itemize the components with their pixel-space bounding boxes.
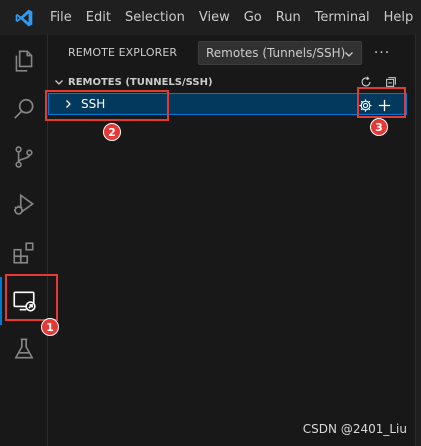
- extensions-icon[interactable]: [0, 229, 48, 277]
- menu-bar: File Edit Selection View Go Run Terminal…: [48, 0, 420, 35]
- annotation-badge-1: 1: [41, 318, 59, 336]
- remotes-dropdown[interactable]: Remotes (Tunnels/SSH): [198, 41, 362, 65]
- annotation-box-add: [357, 87, 406, 118]
- files-icon[interactable]: [0, 37, 48, 85]
- annotation-badge-3: 3: [370, 118, 388, 136]
- menu-run[interactable]: Run: [269, 0, 308, 35]
- testing-icon[interactable]: [0, 325, 48, 373]
- activity-bar: [0, 35, 48, 446]
- annotation-badge-2: 2: [103, 123, 121, 141]
- more-actions-icon: ···: [373, 45, 391, 61]
- sidebar-title: REMOTE EXPLORER: [68, 46, 178, 59]
- run-debug-icon[interactable]: [0, 181, 48, 229]
- chevron-down-icon: [345, 52, 353, 57]
- menu-view[interactable]: View: [192, 0, 237, 35]
- menu-terminal[interactable]: Terminal: [308, 0, 377, 35]
- menu-edit[interactable]: Edit: [79, 0, 118, 35]
- editor-area-edge: [415, 35, 421, 446]
- menu-go[interactable]: Go: [237, 0, 269, 35]
- section-title: REMOTES (TUNNELS/SSH): [68, 76, 213, 88]
- remotes-dropdown-value: Remotes (Tunnels/SSH): [206, 46, 346, 60]
- annotation-box-remote-explorer: [5, 274, 58, 321]
- menu-selection[interactable]: Selection: [118, 0, 192, 35]
- chevron-down-icon: [52, 75, 66, 89]
- more-actions-button[interactable]: ···: [370, 41, 394, 65]
- title-bar: File Edit Selection View Go Run Terminal…: [0, 0, 421, 35]
- menu-file[interactable]: File: [48, 0, 79, 35]
- watermark: CSDN @2401_Liu: [302, 422, 407, 436]
- vscode-logo-icon: [0, 0, 48, 35]
- source-control-icon[interactable]: [0, 133, 48, 181]
- search-icon[interactable]: [0, 85, 48, 133]
- annotation-box-ssh: [45, 90, 169, 121]
- menu-help[interactable]: Help: [377, 0, 421, 35]
